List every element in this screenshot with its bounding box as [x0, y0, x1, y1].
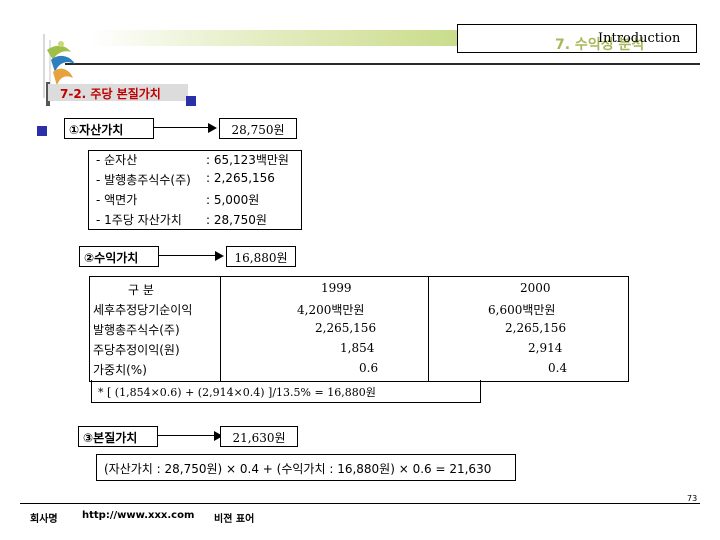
header-divider — [65, 63, 700, 65]
section-title-box: 7-2. 주당 본질가치 — [48, 84, 188, 101]
intrinsic-value-amount: 21,630원 — [232, 431, 286, 445]
footer-divider — [20, 503, 700, 504]
asset-item-name: - 액면가 — [96, 193, 138, 207]
earnings-value-label: 수익가치 — [94, 251, 139, 265]
arrow-line — [158, 255, 216, 256]
asset-value-label: 자산가치 — [79, 123, 124, 137]
table-row-label: 가중치(%) — [93, 363, 147, 377]
asset-item-value: : 5,000원 — [206, 193, 260, 207]
asset-item-value: : 2,265,156 — [206, 171, 275, 185]
arrow-line — [153, 127, 209, 128]
earnings-value-label-box: ②수익가치 — [79, 246, 159, 267]
earnings-formula: * [ (1,854×0.6) + (2,914×0.4) ]/13.5% = … — [98, 386, 376, 399]
earnings-value-number: ② — [84, 251, 95, 265]
table-header-1999: 1999 — [321, 281, 352, 295]
footer-slogan: 비젼 표어 — [214, 514, 255, 525]
intrinsic-value-number: ③ — [83, 431, 94, 445]
header-intro-title: Introduction — [598, 31, 681, 46]
asset-value-label-box: ①자산가치 — [64, 118, 154, 139]
section-title: 7-2. 주당 본질가치 — [60, 87, 161, 101]
intrinsic-value-label-box: ③본질가치 — [78, 426, 158, 447]
blue-square-icon — [37, 126, 47, 136]
asset-value-box: 28,750원 — [219, 118, 297, 139]
asset-item-value: : 65,123백만원 — [206, 153, 289, 167]
table-header-category: 구 분 — [128, 283, 154, 297]
asset-item-name: - 1주당 자산가치 — [96, 213, 182, 227]
arrow-right-icon — [215, 251, 224, 261]
asset-item-name: - 순자산 — [96, 153, 138, 167]
page-number: 73 — [687, 494, 698, 503]
table-row-label: 주당추정이익(원) — [93, 343, 180, 357]
table-header-2000: 2000 — [520, 281, 551, 295]
asset-item-name: - 발행총주식수(주) — [96, 173, 191, 187]
table-row-label: 발행총주식수(주) — [93, 323, 180, 337]
table-cell-2000: 0.4 — [548, 361, 568, 375]
asset-value-number: ① — [69, 123, 80, 137]
table-cell-1999: 4,200백만원 — [297, 303, 365, 317]
intrinsic-value-box: 21,630원 — [220, 426, 298, 447]
header-gradient-bar — [90, 30, 460, 46]
table-cell-2000: 2,914 — [528, 341, 563, 355]
table-row-label: 세후추정당기순이익 — [93, 303, 193, 317]
intrinsic-value-label: 본질가치 — [93, 431, 138, 445]
intrinsic-formula: (자산가치 : 28,750원) × 0.4 + (수익가치 : 16,880원… — [104, 462, 492, 476]
table-cell-1999: 1,854 — [340, 341, 375, 355]
earnings-value-box: 16,880원 — [226, 246, 296, 267]
table-cell-2000: 2,265,156 — [505, 321, 567, 335]
table-cell-2000: 6,600백만원 — [488, 303, 556, 317]
footer-company: 회사명 — [30, 514, 58, 525]
arrow-line — [157, 435, 215, 436]
earnings-value-amount: 16,880원 — [234, 251, 288, 265]
asset-value-amount: 28,750원 — [231, 123, 285, 137]
footer-url[interactable]: http://www.xxx.com — [82, 510, 194, 521]
blue-square-icon — [186, 96, 196, 106]
arrow-right-icon — [208, 123, 217, 133]
table-cell-1999: 0.6 — [359, 361, 379, 375]
asset-item-value: : 28,750원 — [206, 213, 267, 227]
table-cell-1999: 2,265,156 — [315, 321, 377, 335]
